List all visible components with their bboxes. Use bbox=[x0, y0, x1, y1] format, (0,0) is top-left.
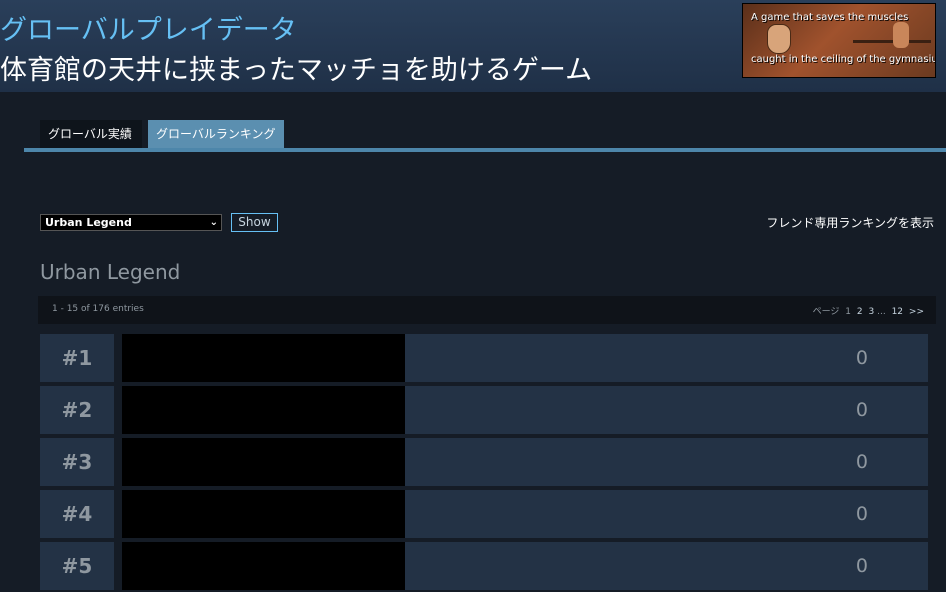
rank-body: 0 bbox=[405, 542, 928, 590]
game-banner-image[interactable]: A game that saves the muscles caught in … bbox=[742, 3, 936, 78]
banner-text-line1: A game that saves the muscles bbox=[751, 12, 909, 23]
pager-last-page-link[interactable]: 12 bbox=[892, 307, 903, 317]
rank-body: 0 bbox=[405, 334, 928, 382]
banner-text-line2: caught in the ceiling of the gymnasium bbox=[751, 54, 936, 65]
rank-score: 0 bbox=[855, 451, 868, 473]
rank-number: #4 bbox=[40, 490, 114, 538]
player-info-redacted bbox=[122, 386, 405, 434]
pager-page-link[interactable]: 3 bbox=[869, 307, 875, 317]
rank-body: 0 bbox=[405, 490, 928, 538]
rank-score: 0 bbox=[855, 347, 868, 369]
tab-global-achievements[interactable]: グローバル実績 bbox=[40, 120, 142, 148]
pager-current-page: 1 bbox=[845, 307, 852, 317]
main-content: グローバル実績 グローバルランキング Urban Legend ⌄ Show フ… bbox=[0, 92, 946, 592]
pager-prefix: ページ bbox=[812, 307, 840, 317]
entries-count: 1 - 15 of 176 entries bbox=[52, 304, 144, 314]
rank-score: 0 bbox=[855, 555, 868, 577]
rank-body: 0 bbox=[405, 438, 928, 486]
player-info-redacted bbox=[122, 542, 405, 590]
player-info-redacted bbox=[122, 438, 405, 486]
banner-face-graphic bbox=[767, 24, 791, 54]
leaderboard-row[interactable]: #2 0 bbox=[40, 386, 928, 434]
friends-ranking-link[interactable]: フレンド専用ランキングを表示 bbox=[766, 214, 934, 231]
rank-score: 0 bbox=[855, 399, 868, 421]
player-info-redacted bbox=[122, 490, 405, 538]
leaderboard-select-value: Urban Legend bbox=[45, 216, 132, 229]
leaderboard-row[interactable]: #1 0 bbox=[40, 334, 928, 382]
pagination: ページ 1 2 3 ... 12 >> bbox=[813, 304, 924, 317]
game-title: 体育館の天井に挟まったマッチョを助けるゲーム bbox=[0, 55, 593, 86]
tab-underline bbox=[24, 148, 946, 152]
banner-ceiling-bar-graphic bbox=[853, 40, 931, 43]
banner-muscle-man-graphic bbox=[893, 22, 909, 48]
leaderboard-row[interactable]: #5 0 bbox=[40, 542, 928, 590]
page-supertitle: グローバルプレイデータ bbox=[0, 15, 297, 46]
chevron-down-icon: ⌄ bbox=[209, 217, 218, 228]
pager-ellipsis: ... bbox=[877, 307, 886, 317]
rank-number: #3 bbox=[40, 438, 114, 486]
leaderboard-row[interactable]: #3 0 bbox=[40, 438, 928, 486]
rank-number: #2 bbox=[40, 386, 114, 434]
pager-page-link[interactable]: 2 bbox=[857, 307, 863, 317]
rank-body: 0 bbox=[405, 386, 928, 434]
rank-number: #1 bbox=[40, 334, 114, 382]
player-info-redacted bbox=[122, 334, 405, 382]
leaderboard-title: Urban Legend bbox=[40, 260, 181, 284]
page-header: グローバルプレイデータ 体育館の天井に挟まったマッチョを助けるゲーム A gam… bbox=[0, 0, 946, 92]
tab-global-ranking[interactable]: グローバルランキング bbox=[148, 120, 284, 148]
rank-number: #5 bbox=[40, 542, 114, 590]
rank-score: 0 bbox=[855, 503, 868, 525]
leaderboard-row[interactable]: #4 0 bbox=[40, 490, 928, 538]
show-button[interactable]: Show bbox=[231, 213, 278, 232]
leaderboard-select[interactable]: Urban Legend ⌄ bbox=[40, 214, 222, 231]
entries-bar: 1 - 15 of 176 entries ページ 1 2 3 ... 12 >… bbox=[38, 296, 936, 324]
pager-next-link[interactable]: >> bbox=[909, 307, 924, 317]
